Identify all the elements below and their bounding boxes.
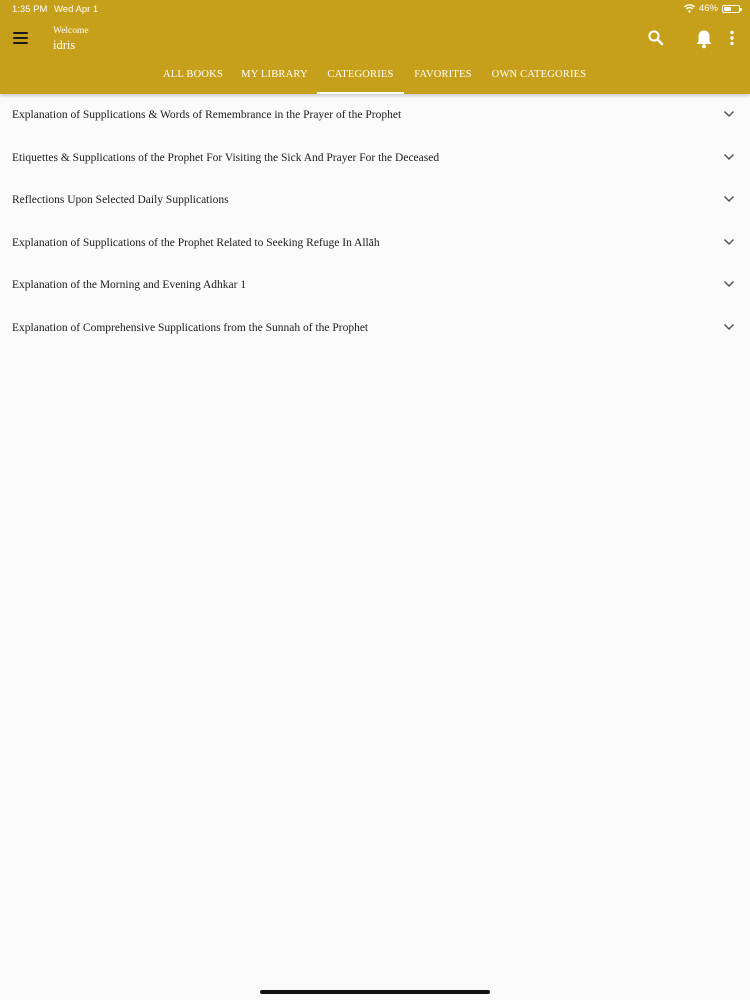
chevron-down-icon[interactable]	[723, 238, 735, 246]
tab-all-books[interactable]: ALL BOOKS	[158, 60, 228, 94]
username-label: idris	[53, 38, 76, 52]
bell-icon[interactable]	[693, 28, 715, 50]
more-vertical-icon[interactable]	[726, 29, 738, 47]
category-title: Etiquettes & Supplications of the Prophe…	[12, 151, 440, 164]
home-indicator[interactable]	[260, 990, 490, 994]
status-time: 1:35 PM	[12, 4, 48, 15]
category-title: Explanation of Comprehensive Supplicatio…	[12, 321, 369, 334]
category-title: Explanation of Supplications of the Prop…	[12, 236, 380, 249]
search-icon[interactable]	[647, 29, 665, 47]
status-date: Wed Apr 1	[54, 4, 99, 15]
category-row[interactable]: Reflections Upon Selected Daily Supplica…	[0, 179, 750, 222]
app-bar: 1:35 PM Wed Apr 1 46% Welcome idris ALL …	[0, 0, 750, 94]
tab-favorites[interactable]: FAVORITES	[410, 60, 476, 94]
battery-percent: 46%	[698, 3, 718, 14]
status-indicators: 46%	[683, 3, 742, 14]
category-row[interactable]: Etiquettes & Supplications of the Prophe…	[0, 137, 750, 180]
category-row[interactable]: Explanation of Comprehensive Supplicatio…	[0, 307, 750, 350]
category-list: Explanation of Supplications & Words of …	[0, 94, 750, 349]
category-row[interactable]: Explanation of the Morning and Evening A…	[0, 264, 750, 307]
chevron-down-icon[interactable]	[723, 110, 735, 118]
chevron-down-icon[interactable]	[723, 323, 735, 331]
wifi-icon	[683, 4, 695, 13]
tab-own-categories[interactable]: OWN CATEGORIES	[487, 60, 591, 94]
chevron-down-icon[interactable]	[723, 195, 735, 203]
tab-my-library[interactable]: MY LIBRARY	[239, 60, 310, 94]
category-row[interactable]: Explanation of Supplications of the Prop…	[0, 222, 750, 265]
category-row[interactable]: Explanation of Supplications & Words of …	[0, 94, 750, 137]
category-title: Explanation of Supplications & Words of …	[12, 109, 402, 121]
tab-bar: ALL BOOKS MY LIBRARY CATEGORIES FAVORITE…	[0, 60, 750, 94]
tab-categories[interactable]: CATEGORIES	[317, 60, 404, 94]
category-title: Reflections Upon Selected Daily Supplica…	[12, 194, 229, 206]
chevron-down-icon[interactable]	[723, 153, 735, 161]
chevron-down-icon[interactable]	[723, 280, 735, 288]
welcome-label: Welcome	[53, 26, 89, 36]
hamburger-menu-icon[interactable]	[12, 30, 30, 46]
category-title: Explanation of the Morning and Evening A…	[12, 279, 247, 291]
battery-icon	[722, 4, 742, 13]
status-bar: 1:35 PM Wed Apr 1 46%	[0, 0, 750, 18]
